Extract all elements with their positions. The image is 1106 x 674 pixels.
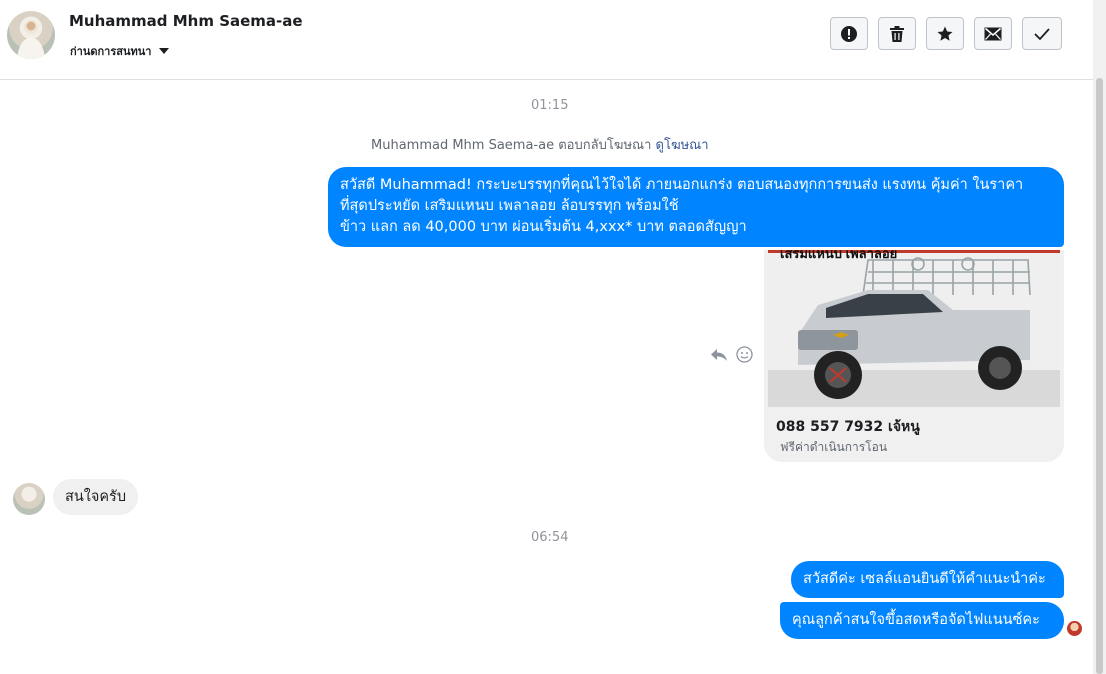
incoming-message: สนใจครับ bbox=[53, 479, 139, 515]
emoji-reaction-icon[interactable] bbox=[736, 346, 753, 363]
timestamp: 01:15 bbox=[531, 98, 569, 113]
ad-card-subtitle: ฟรีค่าดำเนินการโอน bbox=[780, 440, 888, 454]
scrollbar-thumb[interactable] bbox=[1096, 78, 1103, 674]
outgoing-message: คุณลูกค้าสนใจขึ้อสดหรือจัดไฟแนนซ์คะ bbox=[780, 602, 1064, 639]
delete-button[interactable] bbox=[878, 17, 916, 50]
scrollbar[interactable] bbox=[1093, 0, 1106, 674]
ad-reply-text: Muhammad Mhm Saema-ae ตอบกลับโฆษณา bbox=[371, 138, 656, 153]
message-line: สวัสดี Muhammad! กระบะบรรทุกที่คุณไว้ใจไ… bbox=[340, 177, 1024, 193]
ad-reply-note: Muhammad Mhm Saema-ae ตอบกลับโฆษณา ดูโฆษ… bbox=[371, 134, 709, 155]
conversation-header: Muhammad Mhm Saema-ae ก่านดการสนทนา bbox=[0, 0, 1093, 80]
exclamation-icon bbox=[841, 25, 857, 42]
ad-image[interactable]: เสริมแหนบ เพลาลอย bbox=[768, 250, 1060, 407]
star-icon bbox=[937, 26, 953, 41]
sender-avatar[interactable] bbox=[13, 483, 45, 515]
star-button[interactable] bbox=[926, 17, 964, 50]
message-line: ข้าว แลก ลด 40,000 บาท ผ่อนเริ่มต้น 4,xx… bbox=[340, 219, 747, 235]
reply-icon[interactable] bbox=[710, 347, 728, 363]
mark-unread-button[interactable] bbox=[974, 17, 1012, 50]
mark-done-button[interactable] bbox=[1022, 17, 1062, 50]
view-ad-link[interactable]: ดูโฆษณา bbox=[656, 138, 709, 153]
ad-card[interactable]: เสริมแหนบ เพลาลอย 088 557 7932 เจ้หนู ฟร… bbox=[764, 250, 1064, 462]
outgoing-message-ad: สวัสดี Muhammad! กระบะบรรทุกที่คุณไว้ใจไ… bbox=[328, 167, 1064, 247]
envelope-icon bbox=[984, 27, 1002, 40]
ad-card-title: 088 557 7932 เจ้หนู bbox=[776, 419, 920, 435]
contact-name[interactable]: Muhammad Mhm Saema-ae bbox=[69, 12, 303, 30]
trash-icon bbox=[890, 25, 904, 42]
report-button[interactable] bbox=[830, 17, 868, 50]
message-text: คุณลูกค้าสนใจขึ้อสดหรือจัดไฟแนนซ์คะ bbox=[792, 612, 1040, 628]
caret-down-icon bbox=[159, 48, 170, 54]
checkmark-icon bbox=[1034, 27, 1050, 40]
message-text: สวัสดีค่ะ เซลล์แอนยินดีให้คำแนะนำค่ะ bbox=[803, 571, 1046, 587]
manage-conversation-dropdown[interactable]: ก่านดการสนทนา bbox=[70, 42, 170, 60]
contact-avatar[interactable] bbox=[7, 11, 55, 59]
outgoing-message: สวัสดีค่ะ เซลล์แอนยินดีให้คำแนะนำค่ะ bbox=[791, 561, 1064, 598]
timestamp: 06:54 bbox=[531, 530, 569, 545]
manage-conversation-label: ก่านดการสนทนา bbox=[70, 45, 152, 58]
seen-indicator-avatar bbox=[1067, 621, 1082, 636]
message-actions bbox=[710, 346, 753, 363]
message-line: ที่สุดประหยัด เสริมแหนบ เพลาลอย ล้อบรรทุ… bbox=[340, 198, 679, 214]
